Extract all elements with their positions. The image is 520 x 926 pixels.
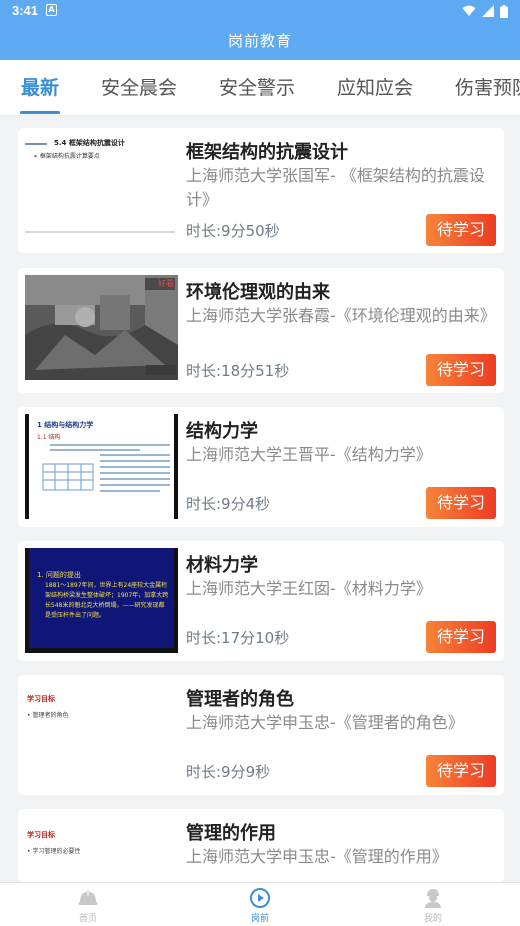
thumbnail-subheading: ➢ 框架结构抗震计算要点: [33, 153, 100, 160]
course-duration: 时长:17分10秒: [186, 629, 290, 647]
nav-home[interactable]: 首页: [58, 887, 118, 924]
status-time: 3:41: [12, 3, 39, 18]
course-description: 上海师范大学张国军- 《框架结构的抗震设计》: [186, 166, 485, 209]
bottom-navigation: 首页 岗前 我的: [0, 882, 520, 926]
thumbnail-heading: 学习目标: [27, 695, 55, 703]
nav-home-label: 首页: [78, 914, 97, 924]
course-thumbnail: 学习目标 • 管理者的角色: [25, 682, 178, 787]
play-icon: [250, 888, 270, 908]
course-description: 上海师范大学王红囡-《材料力学》: [186, 579, 432, 598]
nav-onboarding-label: 岗前: [250, 914, 269, 924]
course-card[interactable]: 学习目标 • 学习管理的必要性 管理的作用 上海师范大学申玉忠-《管理的作用》: [18, 809, 504, 921]
course-description: 上海师范大学张春霞-《环境伦理观的由来》: [186, 306, 496, 325]
tab-required-knowledge[interactable]: 应知应会: [337, 73, 413, 100]
tab-latest[interactable]: 最新: [21, 73, 59, 100]
course-title: 管理的作用: [186, 823, 276, 844]
study-button[interactable]: 待学习: [426, 354, 496, 386]
app-title: 岗前教育: [227, 32, 292, 50]
signal-icon: [482, 5, 494, 17]
course-thumbnail: 好看: [25, 275, 178, 380]
thumbnail-watermark: 好看: [158, 279, 174, 288]
course-title: 框架结构的抗震设计: [186, 142, 348, 163]
study-button[interactable]: 待学习: [426, 487, 496, 519]
course-description: 上海师范大学王晋平-《结构力学》: [186, 445, 432, 464]
nav-onboarding[interactable]: 岗前: [230, 887, 290, 924]
course-card[interactable]: 学习目标 • 管理者的角色 管理者的角色 上海师范大学申玉忠-《管理者的角色》 …: [18, 675, 504, 795]
app-screen: 3:41 A 岗前教育 最新 安全晨会 安全警示 应知应会 伤害预防 5.4 框…: [0, 0, 520, 926]
thumbnail-heading: 1 结构与结构力学: [37, 421, 94, 429]
battery-icon: [500, 4, 508, 18]
thumbnail-subheading: • 管理者的角色: [27, 712, 69, 719]
course-description: 上海师范大学申玉忠-《管理者的角色》: [186, 713, 464, 732]
study-button[interactable]: 待学习: [426, 214, 496, 246]
thumbnail-subheading: • 学习管理的必要性: [27, 848, 81, 855]
worker-icon: [425, 889, 441, 908]
thumbnail-heading: 5.4 框架结构抗震设计: [54, 139, 125, 147]
course-thumbnail: 1 结构与结构力学 1.1 结构: [25, 414, 178, 519]
course-card[interactable]: 1. 问题的提出 1881～1897年间，世界上有24座较大金属桁架结构桥梁发生…: [18, 541, 504, 661]
nav-profile[interactable]: 我的: [403, 887, 463, 924]
course-title: 环境伦理观的由来: [186, 282, 330, 303]
nav-profile-label: 我的: [423, 914, 442, 924]
course-card[interactable]: 1 结构与结构力学 1.1 结构 结构力学 上海师范大学王晋平-《结构力学》 时…: [18, 407, 504, 527]
thumbnail-heading: 1. 问题的提出: [37, 571, 81, 579]
wifi-icon: [462, 5, 476, 16]
status-bar: 3:41 A: [0, 0, 520, 22]
thumbnail-heading: 学习目标: [27, 831, 55, 839]
course-card[interactable]: 好看 环境伦理观的由来 上海师范大学张春霞-《环境伦理观的由来》 时长:18分5…: [18, 268, 504, 393]
study-button[interactable]: 待学习: [426, 755, 496, 787]
category-tabs: 最新 安全晨会 安全警示 应知应会 伤害预防: [0, 60, 520, 116]
course-card[interactable]: 5.4 框架结构抗震设计 ➢ 框架结构抗震计算要点 框架结构的抗震设计 上海师范…: [18, 128, 504, 253]
header: 3:41 A 岗前教育: [0, 0, 520, 60]
helmet-icon: [78, 890, 98, 905]
course-thumbnail: 5.4 框架结构抗震设计 ➢ 框架结构抗震计算要点: [25, 135, 178, 240]
course-title: 结构力学: [186, 421, 258, 442]
course-duration: 时长:18分51秒: [186, 362, 290, 380]
active-tab-indicator: [20, 111, 60, 114]
system-icons: [462, 4, 508, 18]
tab-safety-morning-meeting[interactable]: 安全晨会: [101, 73, 177, 100]
tab-safety-warning[interactable]: 安全警示: [219, 73, 295, 100]
study-button[interactable]: 待学习: [426, 621, 496, 653]
course-title: 管理者的角色: [186, 689, 294, 710]
course-duration: 时长:9分4秒: [186, 495, 271, 513]
tab-injury-prevention[interactable]: 伤害预防: [455, 73, 520, 100]
course-description: 上海师范大学申玉忠-《管理的作用》: [186, 847, 448, 866]
course-duration: 时长:9分9秒: [186, 763, 271, 781]
notification-a-icon: A: [46, 4, 57, 16]
course-title: 材料力学: [186, 555, 258, 576]
course-duration: 时长:9分50秒: [186, 222, 280, 240]
course-thumbnail: 1. 问题的提出 1881～1897年间，世界上有24座较大金属桁架结构桥梁发生…: [25, 548, 178, 653]
thumbnail-subheading: 1.1 结构: [37, 434, 61, 441]
thumbnail-body: 1881～1897年间，世界上有24座较大金属桁架结构桥梁发生整体破坏；1907…: [45, 582, 169, 619]
